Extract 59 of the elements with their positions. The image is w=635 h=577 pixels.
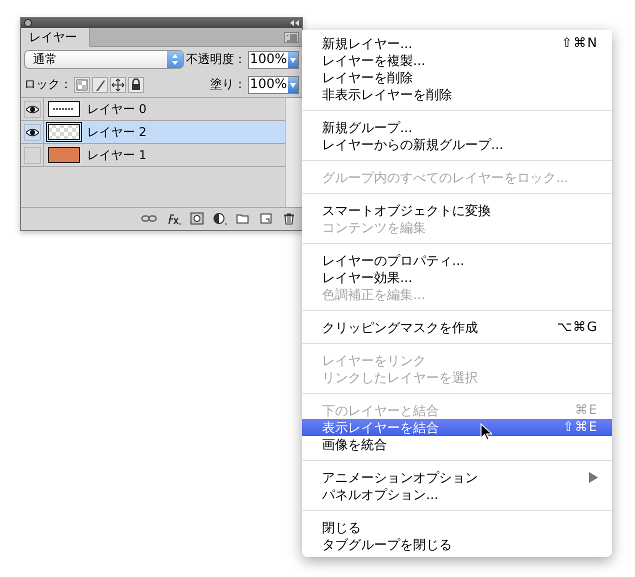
layer-thumbnail [48, 101, 80, 117]
menu-item[interactable]: クリッピングマスクを作成 ⌥⌘G [302, 319, 612, 336]
layer-name: レイヤー 1 [87, 146, 146, 164]
mask-icon[interactable] [190, 212, 204, 226]
shortcut-label: ⌘E [574, 403, 598, 418]
panel-tab[interactable]: レイヤー [21, 28, 90, 47]
panel-menu-icon[interactable] [284, 32, 299, 42]
opacity-label: 不透明度： [186, 51, 246, 68]
menu-item[interactable]: 新規レイヤー... ⇧⌘N [302, 35, 612, 52]
layer-row[interactable]: レイヤー 0 [21, 98, 285, 121]
collapse-icon[interactable] [290, 20, 299, 26]
layer-row[interactable]: レイヤー 2 [21, 121, 285, 144]
move-icon [111, 78, 125, 92]
visibility-toggle[interactable] [24, 100, 40, 118]
trash-icon[interactable] [282, 212, 296, 226]
lock-button[interactable] [128, 76, 144, 92]
shortcut-label: ⇧⌘E [562, 420, 598, 435]
layer-row[interactable]: レイヤー 1 [21, 144, 285, 167]
menu-item[interactable]: レイヤーからの新規グループ... [302, 136, 612, 153]
lock-button[interactable] [110, 76, 126, 92]
menu-item[interactable]: 閉じる [302, 519, 612, 536]
lock-button[interactable] [92, 76, 108, 92]
layer-thumbnail [48, 147, 80, 163]
visibility-toggle[interactable] [24, 124, 40, 140]
menu-item[interactable]: レイヤーを複製... [302, 52, 612, 69]
lock-label: ロック： [24, 76, 72, 93]
fill-label: 塗り： [210, 76, 246, 93]
fill-field[interactable]: 100% [248, 76, 299, 94]
shortcut-label: ⌥⌘G [556, 320, 598, 335]
menu-item[interactable]: レイヤーのプロパティ... [302, 252, 612, 269]
cursor-icon [480, 423, 492, 441]
layer-thumbnail [48, 124, 80, 140]
eye-icon [26, 104, 38, 114]
menu-item[interactable]: 非表示レイヤーを削除 [302, 86, 612, 103]
lock-icon [129, 78, 143, 92]
blend-mode-dropdown[interactable]: 通常 [24, 50, 184, 69]
menu-item[interactable]: スマートオブジェクトに変換 [302, 202, 612, 219]
menu-item[interactable]: レイヤーを削除 [302, 69, 612, 86]
new-layer-icon[interactable] [259, 212, 273, 226]
menu-item[interactable]: アニメーションオプション [302, 469, 612, 486]
menu-item[interactable]: タブグループを閉じる [302, 536, 612, 553]
lock-button[interactable] [74, 76, 90, 92]
menu-item[interactable]: 画像を統合 [302, 436, 612, 453]
folder-icon[interactable] [236, 212, 250, 226]
menu-item[interactable]: パネルオプション... [302, 486, 612, 503]
menu-item[interactable]: 新規グループ... [302, 119, 612, 136]
close-icon[interactable] [24, 19, 32, 27]
layer-name: レイヤー 2 [87, 124, 146, 140]
fx-icon[interactable] [166, 212, 181, 226]
lock-transparency-icon [75, 78, 89, 92]
shortcut-label: ⇧⌘N [561, 36, 598, 51]
scrollbar[interactable] [285, 98, 302, 207]
layer-name: レイヤー 0 [87, 100, 146, 118]
brush-icon [93, 78, 107, 92]
adjustment-icon[interactable] [213, 212, 227, 226]
visibility-toggle[interactable] [24, 146, 40, 164]
opacity-field[interactable]: 100% [248, 50, 299, 68]
eye-icon [26, 128, 38, 136]
menu-item[interactable]: レイヤー効果... [302, 269, 612, 286]
